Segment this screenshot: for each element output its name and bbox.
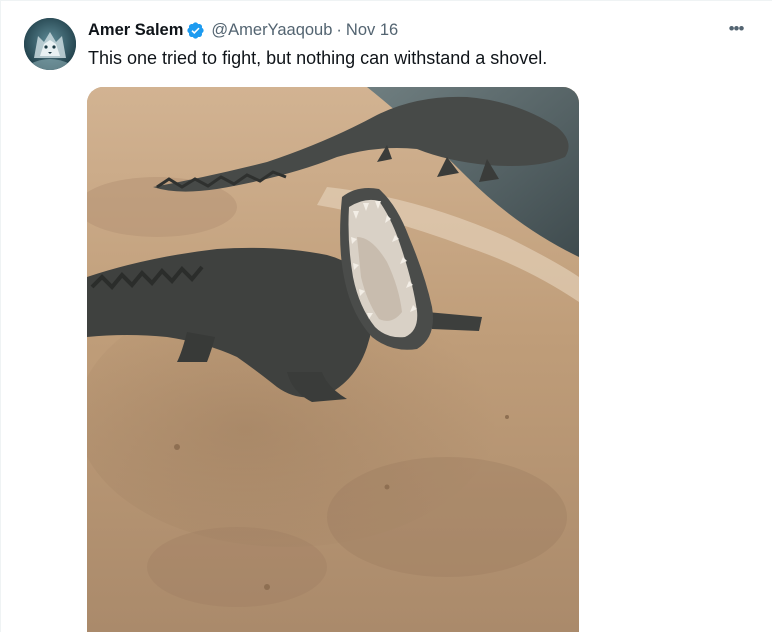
crocodile-video-frame [87,87,579,632]
verified-badge-icon [186,21,205,40]
more-dots-icon: ••• [728,19,745,38]
separator-dot: · [336,21,342,39]
display-name[interactable]: Amer Salem [88,19,183,41]
wolf-avatar-icon [24,18,76,70]
user-handle[interactable]: @AmerYaaqoub [211,19,332,41]
tweet-header: Amer Salem @AmerYaaqoub · Nov 16 [88,19,398,41]
tweet-text: This one tried to fight, but nothing can… [88,48,548,68]
more-options-button[interactable]: ••• [722,18,750,40]
tweet-media-video[interactable] [87,87,579,632]
avatar[interactable] [24,18,76,70]
tweet-date[interactable]: Nov 16 [346,19,398,41]
tweet-card[interactable]: Amer Salem @AmerYaaqoub · Nov 16 ••• Thi… [0,0,772,632]
